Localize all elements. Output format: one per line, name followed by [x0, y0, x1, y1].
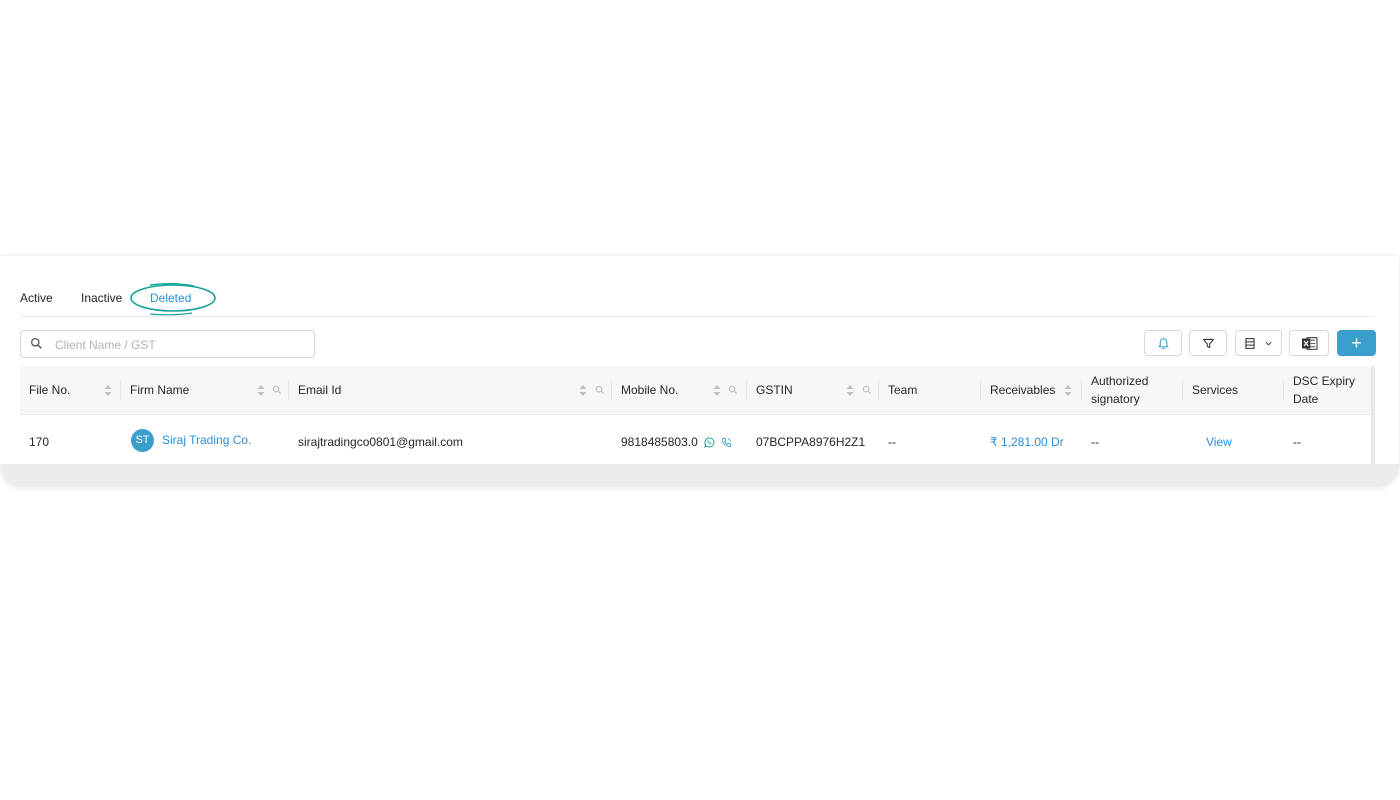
table-header: File No. Firm Name Email Id Mobile No. G…: [20, 366, 1375, 415]
sort-icon[interactable]: [257, 385, 265, 396]
filter-icon: [1202, 338, 1214, 348]
cell-firm-name: ST Siraj Trading Co.: [131, 414, 251, 466]
vertical-scrollbar[interactable]: [1371, 366, 1375, 466]
column-divider: [1182, 380, 1183, 400]
phone-icon[interactable]: [721, 437, 732, 448]
column-search-icon[interactable]: [862, 385, 872, 395]
column-search-icon[interactable]: [595, 385, 605, 395]
column-divider: [288, 380, 289, 400]
chevron-down-icon: [1265, 341, 1272, 346]
tab-deleted[interactable]: Deleted: [150, 291, 191, 305]
tab-active[interactable]: Active: [20, 291, 53, 305]
sort-icon[interactable]: [104, 385, 112, 396]
table-row[interactable]: 170 ST Siraj Trading Co. sirajtradingco0…: [20, 414, 1375, 466]
services-view-link[interactable]: View: [1206, 414, 1232, 470]
sort-icon[interactable]: [1064, 385, 1072, 396]
columns-dropdown[interactable]: [1235, 330, 1282, 356]
horizontal-scrollbar-track[interactable]: [0, 464, 1399, 485]
whatsapp-icon[interactable]: [703, 437, 715, 448]
column-search-icon[interactable]: [272, 385, 282, 395]
notifications-button[interactable]: [1144, 330, 1182, 356]
column-header-team[interactable]: Team: [888, 366, 978, 414]
sort-icon[interactable]: [579, 385, 587, 396]
add-client-button[interactable]: +: [1337, 330, 1376, 356]
filter-button[interactable]: [1189, 330, 1227, 356]
clients-panel: Active Inactive Deleted Client Name / GS…: [0, 256, 1399, 485]
column-search-icon[interactable]: [728, 385, 738, 395]
cell-gstin: 07BCPPA8976H2Z1: [756, 435, 866, 449]
receivables-link[interactable]: ₹ 1,281.00 Dr: [990, 414, 1064, 470]
column-divider: [120, 380, 121, 400]
column-header-authorized-signatory[interactable]: Authorized signatory: [1091, 366, 1177, 414]
export-excel-button[interactable]: [1289, 330, 1329, 356]
cell-authorized-signatory: --: [1091, 435, 1099, 449]
column-header-gstin[interactable]: GSTIN: [756, 366, 846, 414]
cell-dsc-expiry: --: [1293, 435, 1301, 449]
firm-name-link[interactable]: Siraj Trading Co.: [162, 433, 251, 447]
tab-inactive[interactable]: Inactive: [81, 291, 122, 305]
column-divider: [611, 380, 612, 400]
column-header-dsc-expiry[interactable]: DSC Expiry Date: [1293, 366, 1373, 414]
column-header-receivables[interactable]: Receivables: [990, 366, 1070, 414]
cell-mobile: 9818485803.0: [621, 414, 732, 470]
search-box[interactable]: [20, 330, 315, 358]
column-divider: [1283, 380, 1284, 400]
column-header-email[interactable]: Email Id: [298, 366, 568, 414]
column-divider: [878, 380, 879, 400]
mobile-number: 9818485803.0: [621, 435, 698, 449]
column-header-mobile[interactable]: Mobile No.: [621, 366, 711, 414]
search-input[interactable]: [53, 334, 307, 356]
cell-email: sirajtradingco0801@gmail.com: [298, 435, 463, 449]
cell-file-no: 170: [29, 435, 50, 449]
bell-icon: [1157, 337, 1169, 349]
column-header-services[interactable]: Services: [1192, 366, 1272, 414]
cell-team: --: [888, 435, 896, 449]
column-header-firm-name[interactable]: Firm Name: [130, 366, 250, 414]
search-icon: [30, 337, 42, 349]
column-divider: [1081, 380, 1082, 400]
columns-icon: [1245, 337, 1255, 349]
avatar: ST: [131, 428, 154, 452]
sort-icon[interactable]: [846, 385, 854, 396]
sort-icon[interactable]: [713, 385, 721, 396]
status-tabs: Active Inactive Deleted: [20, 283, 1375, 317]
column-divider: [746, 380, 747, 400]
column-divider: [980, 380, 981, 400]
excel-icon: [1301, 336, 1317, 350]
